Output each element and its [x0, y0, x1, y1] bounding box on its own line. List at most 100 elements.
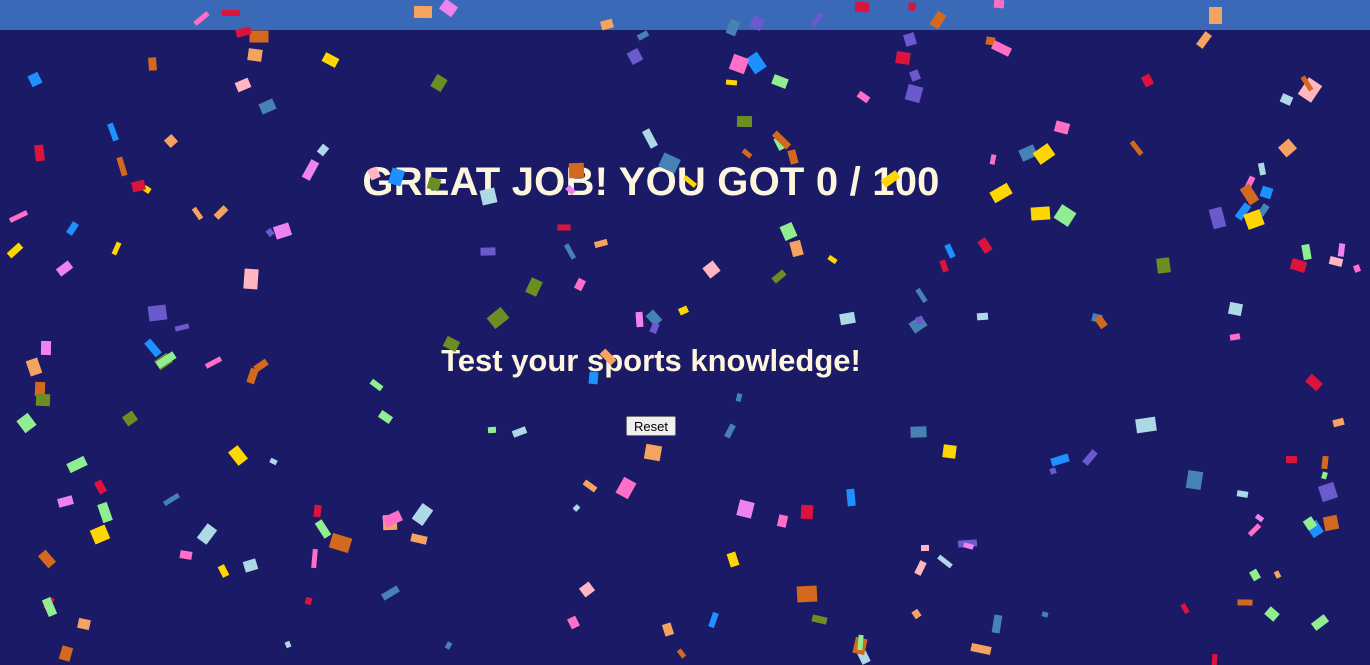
confetti-piece: [107, 122, 119, 142]
confetti-piece: [1156, 257, 1171, 274]
confetti-piece: [915, 287, 928, 304]
confetti-piece: [909, 69, 921, 82]
confetti-piece: [97, 501, 113, 524]
confetti-piece: [1082, 449, 1098, 466]
confetti-piece: [593, 238, 609, 249]
confetti-piece: [702, 260, 721, 279]
confetti-piece: [1297, 77, 1323, 103]
confetti-piece: [382, 510, 403, 528]
confetti-piece: [162, 492, 181, 507]
confetti-piece: [1234, 202, 1252, 221]
confetti-piece: [991, 614, 1003, 634]
confetti-piece: [915, 316, 924, 325]
confetti-piece: [321, 52, 340, 68]
confetti-piece: [487, 426, 497, 434]
confetti-piece: [1030, 206, 1051, 221]
confetti-piece: [937, 554, 953, 569]
confetti-piece: [1289, 258, 1308, 273]
confetti-piece: [1352, 264, 1362, 273]
confetti-piece: [328, 532, 353, 554]
confetti-piece: [1140, 73, 1155, 88]
confetti-piece: [827, 254, 838, 265]
confetti-piece: [410, 533, 428, 545]
confetti-piece: [163, 133, 179, 149]
confetti-piece: [857, 634, 864, 651]
confetti-piece: [567, 615, 580, 630]
confetti-piece: [1091, 312, 1103, 324]
confetti-piece: [43, 596, 55, 611]
confetti-piece: [1310, 614, 1330, 631]
confetti-piece: [58, 645, 74, 662]
confetti-piece: [430, 73, 448, 93]
confetti-piece: [316, 143, 330, 157]
confetti-piece: [121, 410, 139, 427]
top-bar: [0, 0, 1370, 30]
confetti-piece: [147, 304, 168, 322]
confetti-piece: [857, 650, 871, 665]
confetti-piece: [1254, 513, 1265, 523]
confetti-piece: [243, 268, 259, 290]
confetti-piece: [228, 445, 248, 466]
confetti-piece: [852, 636, 868, 656]
confetti-piece: [196, 523, 218, 545]
confetti-piece: [1053, 204, 1077, 227]
confetti-piece: [511, 426, 528, 438]
confetti-piece: [380, 585, 401, 601]
confetti-piece: [77, 617, 91, 631]
confetti-piece: [1237, 599, 1253, 606]
confetti-piece: [635, 311, 644, 328]
confetti-piece: [970, 643, 992, 655]
confetti-piece: [272, 222, 293, 240]
confetti-piece: [1277, 138, 1298, 158]
confetti-piece: [839, 311, 856, 326]
confetti-piece: [939, 259, 949, 273]
confetti-piece: [1135, 416, 1157, 434]
confetti-piece: [846, 488, 856, 507]
confetti-piece: [645, 309, 663, 327]
confetti-piece: [661, 622, 675, 637]
confetti-piece: [977, 237, 993, 254]
score-headline: GREAT JOB! YOU GOT 0 / 100: [362, 160, 940, 204]
confetti-piece: [411, 502, 434, 527]
confetti-piece: [626, 47, 644, 66]
confetti-piece: [895, 50, 911, 66]
confetti-piece: [27, 71, 43, 88]
confetti-piece: [66, 455, 88, 474]
confetti-piece: [771, 269, 787, 284]
confetti-piece: [1332, 417, 1345, 428]
confetti-piece: [957, 539, 978, 548]
confetti-piece: [284, 640, 292, 649]
confetti-piece: [1229, 333, 1241, 341]
confetti-piece: [856, 90, 871, 104]
confetti-piece: [1257, 203, 1270, 217]
confetti-piece: [314, 519, 332, 539]
confetti-piece: [1302, 516, 1318, 531]
confetti-piece: [582, 479, 598, 493]
confetti-piece: [736, 115, 753, 128]
confetti-piece: [649, 322, 660, 334]
confetti-piece: [789, 239, 804, 258]
confetti-piece: [93, 479, 108, 495]
confetti-piece: [773, 136, 786, 151]
confetti-piece: [179, 550, 193, 560]
confetti-piece: [557, 224, 571, 231]
confetti-piece: [377, 410, 394, 424]
reset-button[interactable]: Reset: [626, 416, 676, 436]
confetti-piece: [6, 242, 24, 259]
confetti-piece: [677, 305, 690, 316]
confetti-piece: [911, 608, 922, 620]
confetti-piece: [573, 277, 587, 292]
confetti-piece: [34, 144, 45, 162]
confetti-piece: [217, 564, 230, 578]
confetti-piece: [16, 412, 37, 434]
confetti-piece: [735, 393, 743, 402]
confetti-piece: [1227, 301, 1244, 317]
confetti-piece: [724, 423, 736, 439]
confetti-piece: [311, 548, 318, 569]
confetti-piece: [745, 51, 767, 75]
confetti-piece: [1328, 256, 1344, 267]
confetti-piece: [741, 148, 753, 159]
confetti-piece: [1236, 490, 1249, 498]
confetti-piece: [1321, 455, 1329, 470]
confetti-piece: [525, 277, 543, 297]
